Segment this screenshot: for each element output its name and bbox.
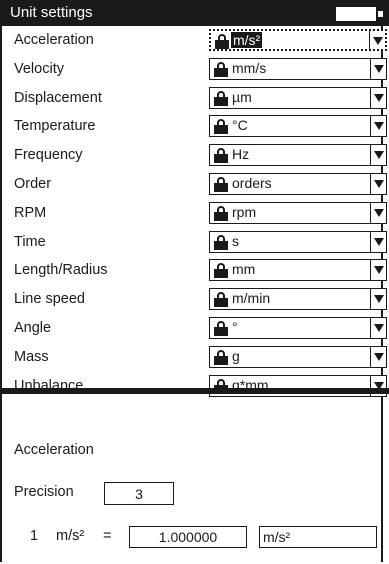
unit-dropdown-angle[interactable]: ° — [209, 316, 387, 339]
unit-dropdown-velocity[interactable]: mm/s — [209, 57, 387, 80]
unit-dropdown-rpm[interactable]: rpm — [209, 201, 387, 224]
unit-row-velocity: Velocity mm/s — [0, 55, 389, 84]
precision-label: Precision — [14, 484, 74, 500]
lock-icon[interactable] — [214, 349, 228, 365]
unit-value: m/s² — [231, 32, 263, 48]
unit-value: mm — [232, 261, 256, 278]
unit-row-acceleration: Acceleration m/s² — [0, 26, 389, 55]
unit-row-angle: Angle ° — [0, 314, 389, 343]
unit-label: Length/Radius — [14, 262, 108, 279]
lock-icon[interactable] — [214, 292, 228, 308]
conversion-target-unit-input[interactable]: m/s² — [259, 526, 377, 548]
chevron-down-icon[interactable] — [370, 260, 386, 281]
unit-label: Temperature — [14, 118, 96, 135]
unit-row-length-radius: Length/Radius mm — [0, 256, 389, 285]
lock-icon[interactable] — [214, 205, 228, 221]
chevron-down-icon[interactable] — [370, 145, 386, 166]
conversion-one: 1 — [30, 528, 39, 544]
battery-tip — [378, 11, 383, 17]
unit-value: mm/s — [232, 59, 267, 76]
page-title: Unit settings — [10, 4, 93, 21]
unit-value: µm — [232, 88, 252, 105]
conversion-value-input[interactable]: 1.000000 — [129, 526, 247, 548]
unit-row-line-speed: Line speed m/min — [0, 285, 389, 314]
unit-row-frequency: Frequency Hz — [0, 141, 389, 170]
unit-dropdown-time[interactable]: s — [209, 230, 387, 253]
unit-dropdown-order[interactable]: orders — [209, 172, 387, 195]
unit-value: rpm — [232, 203, 257, 220]
unit-dropdown-length-radius[interactable]: mm — [209, 259, 387, 282]
unit-value: °C — [232, 117, 248, 134]
unit-row-temperature: Temperature °C — [0, 112, 389, 141]
battery-icon — [336, 7, 376, 21]
chevron-down-icon[interactable] — [370, 58, 386, 79]
lock-icon[interactable] — [214, 119, 228, 135]
unit-dropdown-acceleration[interactable]: m/s² — [209, 29, 387, 51]
unit-dropdown-line-speed[interactable]: m/min — [209, 288, 387, 311]
unit-label: Mass — [14, 348, 49, 365]
unit-row-unbalance: Unbalance g*mm — [0, 372, 389, 401]
chevron-down-icon[interactable] — [370, 231, 386, 252]
chevron-down-icon[interactable] — [369, 31, 385, 49]
conversion-from-unit: m/s² — [56, 528, 85, 544]
unit-label: Order — [14, 175, 52, 192]
unit-value: Hz — [232, 146, 250, 163]
conversion-equals: = — [103, 528, 112, 544]
lock-icon[interactable] — [214, 148, 228, 164]
precision-input[interactable]: 3 — [104, 482, 174, 505]
lock-icon[interactable] — [214, 176, 228, 192]
unit-dropdown-temperature[interactable]: °C — [209, 115, 387, 138]
unit-value: orders — [232, 174, 272, 191]
unit-value: m/min — [232, 290, 271, 307]
unit-label: Angle — [14, 319, 52, 336]
detail-title: Acceleration — [14, 442, 94, 458]
lock-icon[interactable] — [214, 234, 228, 250]
chevron-down-icon[interactable] — [370, 346, 386, 367]
title-bar: Unit settings — [0, 0, 389, 26]
chevron-down-icon[interactable] — [370, 317, 386, 338]
unit-label: Acceleration — [14, 32, 94, 48]
unit-label: Time — [14, 233, 46, 250]
unit-dropdown-mass[interactable]: g — [209, 345, 387, 368]
unit-row-rpm: RPM rpm — [0, 199, 389, 228]
unit-value: s — [232, 232, 239, 249]
chevron-down-icon[interactable] — [370, 87, 386, 108]
unit-label: RPM — [14, 204, 47, 221]
chevron-down-icon[interactable] — [370, 116, 386, 137]
unit-row-mass: Mass g — [0, 343, 389, 372]
unit-label: Line speed — [14, 291, 85, 308]
unit-label: Velocity — [14, 60, 64, 77]
unit-row-displacement: Displacement µm — [0, 84, 389, 113]
unit-value: ° — [232, 318, 238, 335]
unit-row-time: Time s — [0, 228, 389, 257]
unit-row-order: Order orders — [0, 170, 389, 199]
unit-label: Frequency — [14, 147, 83, 164]
unit-dropdown-frequency[interactable]: Hz — [209, 144, 387, 167]
section-divider — [0, 388, 389, 394]
lock-icon[interactable] — [215, 34, 229, 49]
lock-icon[interactable] — [214, 61, 228, 77]
lock-icon[interactable] — [214, 263, 228, 279]
chevron-down-icon[interactable] — [370, 173, 386, 194]
unit-dropdown-displacement[interactable]: µm — [209, 86, 387, 109]
chevron-down-icon[interactable] — [370, 289, 386, 310]
chevron-down-icon[interactable] — [370, 202, 386, 223]
lock-icon[interactable] — [214, 320, 228, 336]
lock-icon[interactable] — [214, 90, 228, 106]
unit-list: Acceleration m/s² Velocity mm/s Displace… — [0, 26, 389, 400]
unit-value: g — [232, 347, 240, 364]
unit-label: Displacement — [14, 89, 102, 106]
